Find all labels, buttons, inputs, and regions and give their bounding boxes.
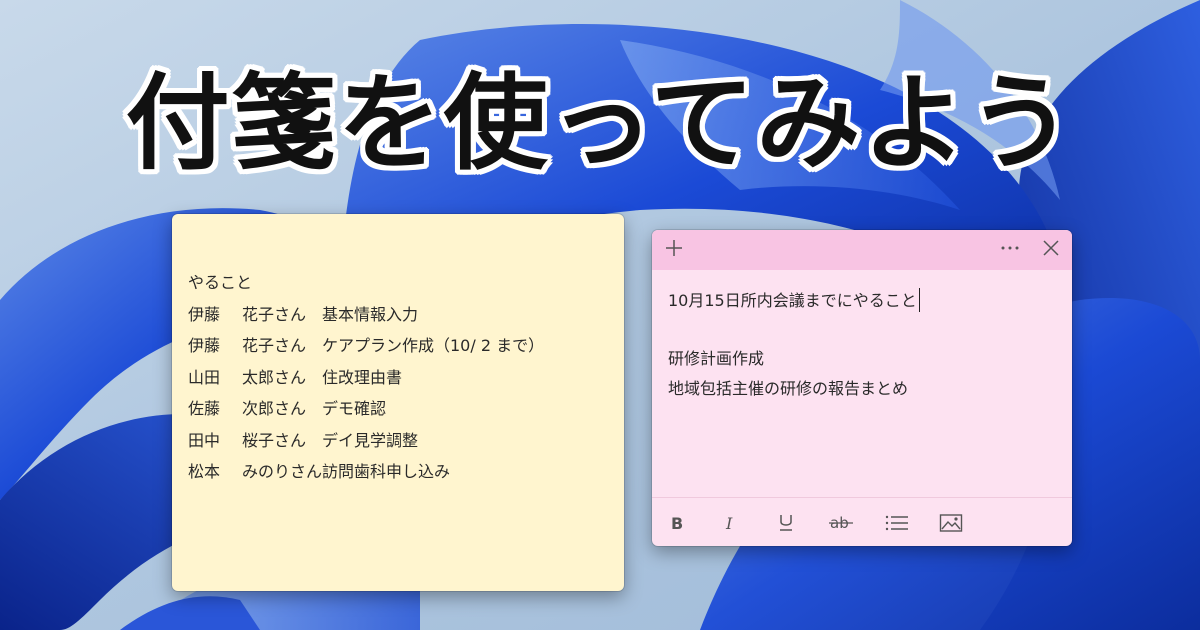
list-item: 田中 桜子さん デイ見学調整 (188, 430, 419, 450)
close-icon[interactable] (1039, 238, 1063, 262)
note-line (668, 318, 920, 348)
note-header[interactable] (652, 230, 1072, 270)
bold-icon[interactable]: B (662, 508, 692, 538)
svg-text:I: I (725, 514, 733, 532)
sticky-note-yellow[interactable]: やること 伊藤 花子さん 基本情報入力 伊藤 花子さん ケアプラン作成（10/ … (172, 214, 624, 591)
list-item: 佐藤 次郎さん デモ確認 (188, 399, 387, 418)
note-line: 10月15日所内会議までにやること (668, 288, 920, 318)
list-item: 伊藤 花子さん 基本情報入力 (188, 304, 419, 324)
list-item: 山田 太郎さん 住改理由書 (188, 367, 403, 387)
list-item: やること (188, 273, 253, 292)
note-line: 地域包括主催の研修の報告まとめ (668, 379, 909, 398)
page-title: 付箋を使ってみよう (125, 62, 1075, 184)
formatting-toolbar: B I ab (652, 497, 1072, 546)
more-icon[interactable] (998, 238, 1022, 262)
italic-icon[interactable]: I (715, 508, 745, 538)
plus-icon[interactable] (662, 238, 686, 262)
svg-text:B: B (671, 514, 683, 532)
list-item: 伊藤 花子さん ケアプラン作成（10/ 2 まで） (188, 336, 545, 355)
strikethrough-icon[interactable]: ab (826, 508, 856, 538)
note-content[interactable]: 10月15日所内会議までにやること 研修計画作成 地域包括主催の研修の報告まとめ (668, 288, 920, 408)
note-line: 研修計画作成 (668, 349, 765, 368)
image-icon[interactable] (936, 508, 966, 538)
bullet-list-icon[interactable] (882, 508, 912, 538)
note-content[interactable]: やること 伊藤 花子さん 基本情報入力 伊藤 花子さん ケアプラン作成（10/ … (188, 272, 544, 493)
underline-icon[interactable] (771, 508, 801, 538)
list-item: 松本 みのりさん 訪問歯科申し込み (188, 462, 451, 481)
text-cursor (918, 288, 920, 312)
sticky-note-pink[interactable]: 10月15日所内会議までにやること 研修計画作成 地域包括主催の研修の報告まとめ… (652, 230, 1072, 546)
